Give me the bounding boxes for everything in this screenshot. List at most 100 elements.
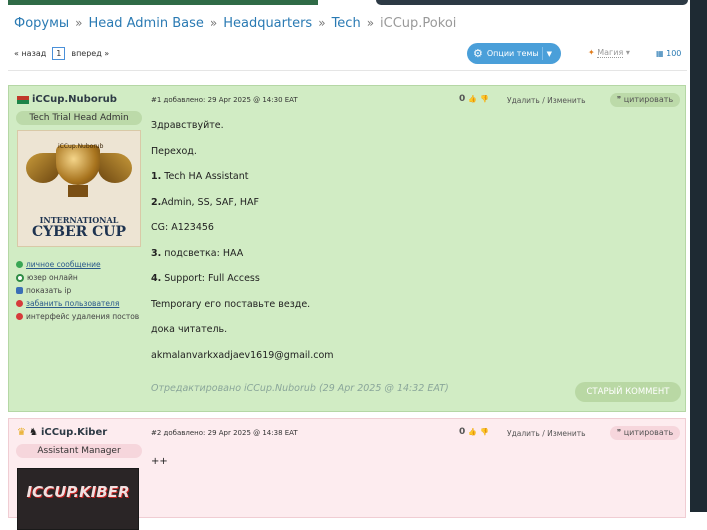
post-line: дока читатель. <box>151 324 228 335</box>
ban-user-label: забанить пользователя <box>26 299 120 308</box>
breadcrumb-forums[interactable]: Форумы <box>14 16 69 31</box>
post-line: 1. Tech HA Assistant <box>151 171 334 197</box>
delete-posts-interface-link[interactable]: интерфейс удаления постов <box>16 310 139 323</box>
private-message-link[interactable]: личное сообщение <box>16 258 139 271</box>
post-line: Переход. <box>151 145 197 157</box>
magic-icon: ✦ <box>588 48 595 57</box>
post-line: CG: A123456 <box>151 222 214 233</box>
post-line-text: Support: Full Access <box>161 273 260 284</box>
post-line: Temporary его поставьте везде. <box>151 298 311 310</box>
post-line: 3. подсветка: HAA <box>151 248 334 274</box>
breadcrumb-headquarters[interactable]: Headquarters <box>223 16 312 31</box>
message-icon <box>16 261 23 268</box>
post-author-name: iCCup.Nuborub <box>32 94 117 105</box>
flag-icon <box>17 95 29 104</box>
grid-icon: ▦ <box>656 49 664 58</box>
avatar-title-main: CYBER CUP <box>31 224 127 240</box>
show-ip-link[interactable]: показать ip <box>16 284 139 297</box>
page-gutter <box>690 0 707 512</box>
post-line-number: 3. <box>151 247 162 259</box>
quote-label: цитировать <box>623 428 674 437</box>
post-actions[interactable]: Удалить / Изменить <box>507 429 586 438</box>
show-ip-label: показать ip <box>26 286 72 295</box>
delete-icon <box>16 313 23 320</box>
chevron-down-icon: ▾ <box>625 48 630 57</box>
magic-dropdown[interactable]: ✦ Магия ▾ <box>588 48 630 58</box>
thumbs-down-icon[interactable]: 👎 <box>480 95 489 103</box>
breadcrumb-current: iCCup.Pokoi <box>380 16 457 31</box>
posts-per-page[interactable]: ▦ 100 <box>656 49 681 58</box>
post-likes: 0 👍 👎 <box>459 94 489 104</box>
post-line-number: 4. <box>151 273 162 284</box>
breadcrumb-head-admin-base[interactable]: Head Admin Base <box>89 16 204 31</box>
user-online-status: юзер онлайн <box>16 271 139 284</box>
breadcrumb-tech[interactable]: Tech <box>332 16 361 31</box>
pager-page-number[interactable]: 1 <box>52 47 66 60</box>
post-line: 4. Support: Full Access <box>151 273 334 299</box>
thread-options-label: Опции темы <box>486 49 539 58</box>
post-author-name: iCCup.Kiber <box>40 427 108 438</box>
thumbs-down-icon[interactable]: 👎 <box>480 428 489 436</box>
avatar-name: iCCup.Nuborub <box>58 143 104 150</box>
thread-options-button[interactable]: ⚙ Опции темы ▼ <box>467 43 561 64</box>
trophy-icon <box>56 145 100 185</box>
post-line-number: 1. <box>151 171 162 182</box>
quote-button[interactable]: ❞ цитировать <box>610 93 680 107</box>
post-likes: 0 👍 👎 <box>459 427 489 437</box>
chevron-down-icon: ▼ <box>546 49 552 58</box>
user-rank-badge: Tech Trial Head Admin <box>16 111 142 125</box>
ban-user-link[interactable]: забанить пользователя <box>16 297 139 310</box>
pager-prev-link[interactable]: « назад <box>14 49 46 58</box>
gear-icon: ⚙ <box>473 47 483 60</box>
ip-icon <box>16 287 23 294</box>
post-actions[interactable]: Удалить / Изменить <box>507 96 586 105</box>
like-count: 0 <box>459 94 466 104</box>
user-rank-badge: Assistant Manager <box>16 444 142 458</box>
quote-icon: ❞ <box>616 428 622 437</box>
edited-note: Отредактировано iCCup.Nuborub (29 Apr 20… <box>151 383 449 394</box>
magic-label: Магия <box>597 48 624 58</box>
breadcrumb-separator: » <box>366 16 375 30</box>
quote-icon: ❞ <box>616 95 622 104</box>
post-meta: #1 добавлено: 29 Apr 2025 @ 14:30 EAT <box>151 96 298 104</box>
online-icon <box>16 273 24 282</box>
post-line-text: Admin, SS, SAF, HAF <box>161 196 259 208</box>
post: ♛ ♞ iCCup.Kiber Assistant Manager ICCUP.… <box>8 418 686 530</box>
divider <box>8 70 687 71</box>
breadcrumb-separator: » <box>318 16 326 30</box>
posts-per-page-value: 100 <box>666 49 682 58</box>
post-author[interactable]: iCCup.Nuborub <box>17 94 117 105</box>
delete-posts-interface-label: интерфейс удаления постов <box>26 312 140 321</box>
user-links: личное сообщение юзер онлайн показать ip… <box>16 258 139 323</box>
post-body: ++ <box>151 456 168 467</box>
post: iCCup.Nuborub Tech Trial Head Admin iCCu… <box>8 85 686 412</box>
post-line: akmalanvarkxadjaev1619@gmail.com <box>151 349 334 361</box>
ninja-icon: ♞ <box>28 427 38 438</box>
thumbs-up-icon[interactable]: 👍 <box>468 95 477 103</box>
quote-label: цитировать <box>623 95 674 104</box>
quote-button[interactable]: ❞ цитировать <box>610 426 680 440</box>
trophy-base-shape <box>68 185 88 197</box>
avatar-name: ICCUP.KIBER <box>26 483 130 501</box>
crown-icon: ♛ <box>17 427 26 438</box>
breadcrumb-separator: » <box>209 16 218 30</box>
ban-icon <box>16 300 23 307</box>
wing-right-shape <box>98 153 132 183</box>
pager-next-link[interactable]: вперед » <box>71 49 109 58</box>
post-author[interactable]: ♛ ♞ iCCup.Kiber <box>17 427 107 438</box>
old-comment-button[interactable]: СТАРЫЙ КОММЕНТ <box>575 382 681 402</box>
button-divider <box>542 47 543 60</box>
user-online-label: юзер онлайн <box>27 273 78 282</box>
top-banner-right <box>376 0 688 5</box>
like-count: 0 <box>459 427 466 437</box>
private-message-label: личное сообщение <box>26 260 101 269</box>
top-banner-left <box>8 0 318 5</box>
post-line-number: 2. <box>151 196 162 208</box>
pager: « назад 1 вперед » <box>14 47 109 60</box>
post-meta: #2 добавлено: 29 Apr 2025 @ 14:38 EAT <box>151 429 298 437</box>
thumbs-up-icon[interactable]: 👍 <box>468 428 477 436</box>
post-line-text: Tech HA Assistant <box>161 171 249 182</box>
post-line: 2.Admin, SS, SAF, HAF <box>151 197 334 223</box>
post-body: Здравствуйте. Переход. 1. Tech HA Assist… <box>151 120 334 375</box>
avatar: iCCup.Nuborub INTERNATIONAL CYBER CUP <box>17 130 141 247</box>
